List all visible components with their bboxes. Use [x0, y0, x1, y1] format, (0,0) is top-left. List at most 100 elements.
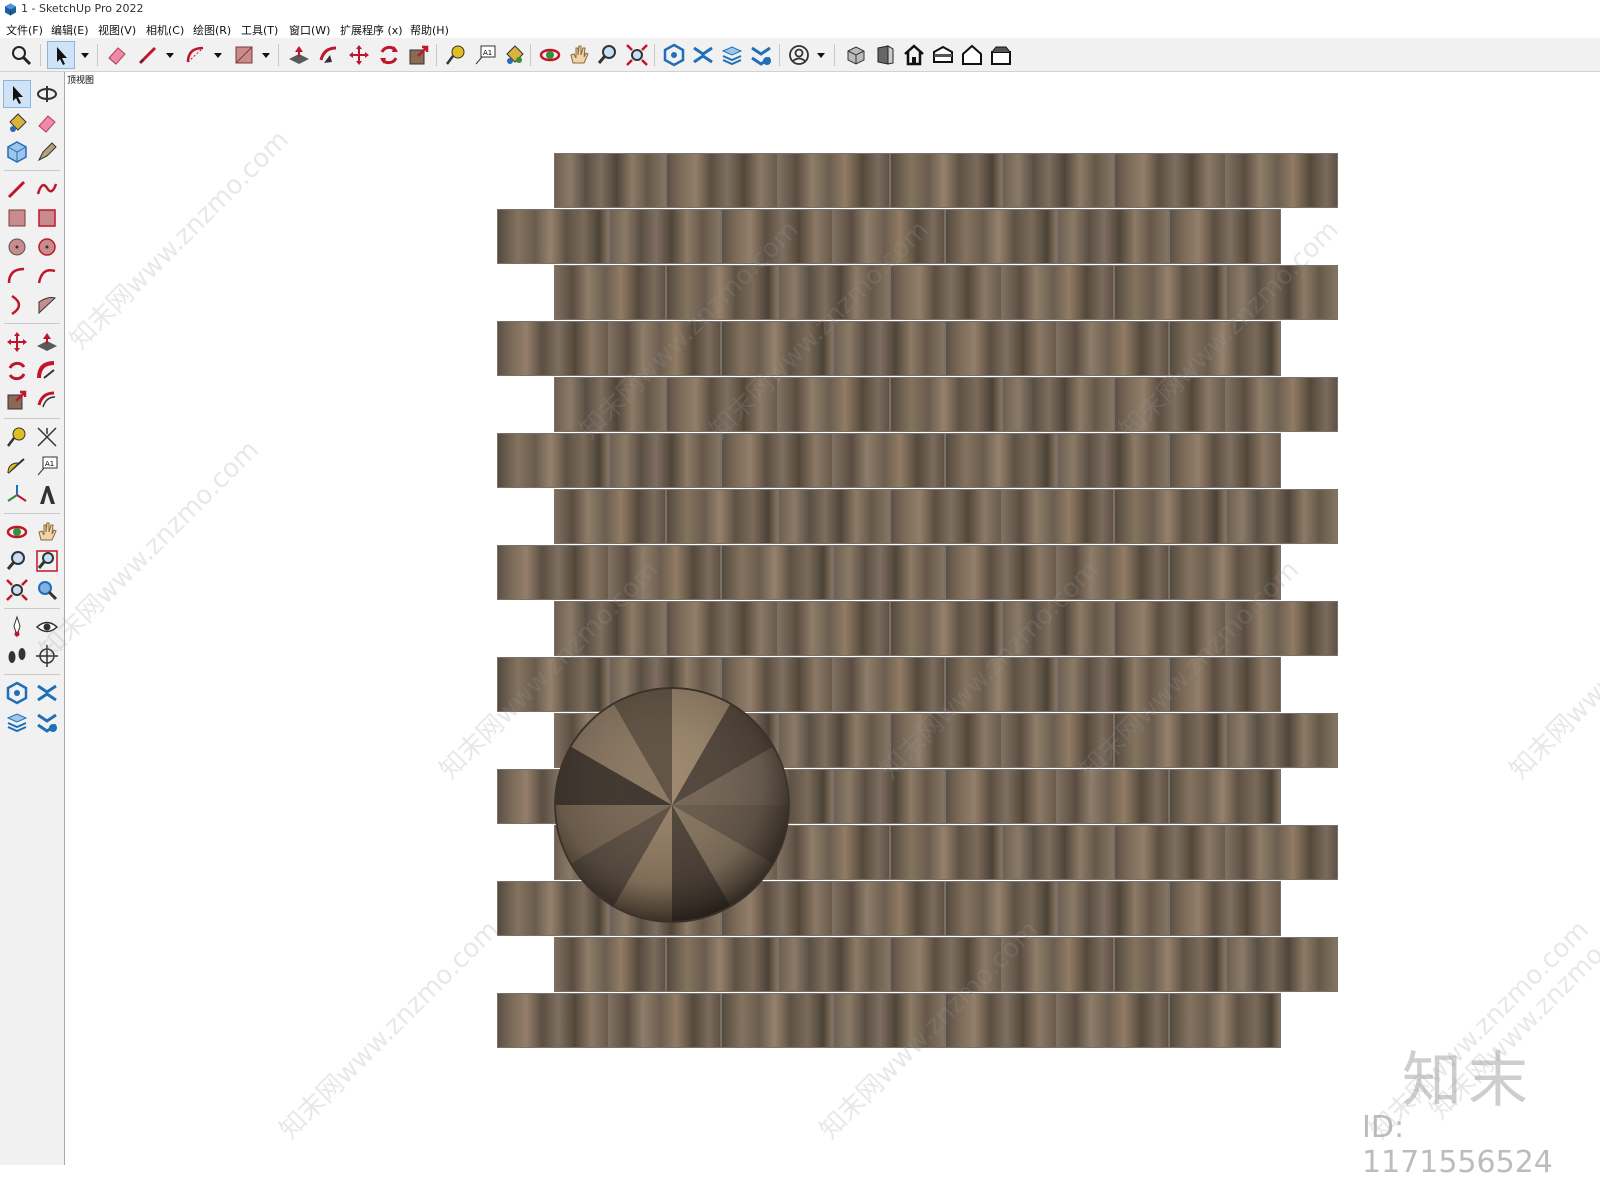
eraser-icon[interactable]	[104, 42, 130, 68]
tape-measure-icon[interactable]	[4, 424, 30, 450]
rectangle-icon[interactable]	[231, 42, 257, 68]
three-point-arc-icon[interactable]	[4, 292, 30, 318]
arc-dropdown-chevron-icon[interactable]	[212, 42, 224, 68]
floor-tile	[778, 153, 890, 208]
floor-tile	[1169, 433, 1281, 488]
zoom-window-icon[interactable]	[34, 548, 60, 574]
component-icon[interactable]	[4, 139, 30, 165]
floor-tile	[945, 769, 1057, 824]
window-title: 1 - SketchUp Pro 2022	[21, 2, 144, 15]
previous-view-icon[interactable]	[34, 577, 60, 603]
floor-tile	[609, 433, 721, 488]
warehouse-icon[interactable]	[661, 42, 687, 68]
zoom-extents-icon[interactable]	[624, 42, 650, 68]
menu-view[interactable]: 视图(V)	[98, 22, 136, 38]
orbit-icon[interactable]	[34, 81, 60, 107]
tape-measure-icon[interactable]	[443, 42, 469, 68]
pencil-tag-icon[interactable]	[34, 139, 60, 165]
right-view-icon[interactable]	[930, 42, 956, 68]
orbit-icon[interactable]	[537, 42, 563, 68]
pie-icon[interactable]	[34, 292, 60, 318]
main-toolbar: A1	[0, 38, 1600, 72]
floor-tile	[945, 321, 1057, 376]
extension-manager-icon[interactable]	[748, 42, 774, 68]
arc-icon[interactable]	[4, 263, 30, 289]
pan-icon[interactable]	[34, 519, 60, 545]
line-dropdown-chevron-icon[interactable]	[164, 42, 176, 68]
offset-icon[interactable]	[34, 387, 60, 413]
layout-icon[interactable]	[4, 709, 30, 735]
left-view-icon[interactable]	[988, 42, 1014, 68]
menu-bar: 文件(F) 编辑(E) 视图(V) 相机(C) 绘图(R) 工具(T) 窗口(W…	[0, 20, 1600, 38]
select-icon[interactable]	[47, 41, 75, 69]
front-view-icon[interactable]	[872, 42, 898, 68]
follow-me-icon[interactable]	[316, 42, 342, 68]
move-icon[interactable]	[4, 329, 30, 355]
push-pull-icon[interactable]	[34, 329, 60, 355]
extension-manager-icon[interactable]	[34, 709, 60, 735]
rectangle-icon[interactable]	[4, 205, 30, 231]
push-pull-icon[interactable]	[286, 42, 312, 68]
menu-extensions[interactable]: 扩展程序 (x)	[340, 22, 403, 38]
zoom-icon[interactable]	[8, 42, 34, 68]
zoom-extents-icon[interactable]	[4, 577, 30, 603]
back-view-icon[interactable]	[959, 42, 985, 68]
move-icon[interactable]	[346, 42, 372, 68]
select-dropdown-chevron-icon[interactable]	[79, 42, 91, 68]
account-icon[interactable]	[786, 42, 812, 68]
two-point-arc-icon[interactable]	[34, 263, 60, 289]
warehouse-icon[interactable]	[4, 680, 30, 706]
top-view-icon[interactable]	[901, 42, 927, 68]
arc-icon[interactable]	[183, 42, 209, 68]
follow-me-icon[interactable]	[34, 358, 60, 384]
menu-camera[interactable]: 相机(C)	[146, 22, 184, 38]
circle-icon[interactable]	[4, 234, 30, 260]
protractor-icon[interactable]	[4, 453, 30, 479]
floor-tile	[1226, 153, 1338, 208]
pan-icon[interactable]	[566, 42, 592, 68]
scale-icon[interactable]	[4, 387, 30, 413]
floor-tile	[1057, 993, 1169, 1048]
axes-icon[interactable]	[4, 482, 30, 508]
extension-warehouse-icon[interactable]	[34, 680, 60, 706]
paint-bucket-icon[interactable]	[4, 110, 30, 136]
rotate-icon[interactable]	[376, 42, 402, 68]
walk-icon[interactable]	[4, 643, 30, 669]
menu-help[interactable]: 帮助(H)	[410, 22, 449, 38]
floor-tile	[778, 825, 890, 880]
dimension-icon[interactable]	[34, 424, 60, 450]
model-viewport[interactable]: 顶视图	[65, 72, 1600, 1165]
zoom-icon[interactable]	[4, 548, 30, 574]
rotated-rectangle-icon[interactable]	[34, 205, 60, 231]
layout-icon[interactable]	[719, 42, 745, 68]
polygon-icon[interactable]	[34, 234, 60, 260]
menu-edit[interactable]: 编辑(E)	[51, 22, 89, 38]
line-icon[interactable]	[135, 42, 161, 68]
menu-draw[interactable]: 绘图(R)	[193, 22, 231, 38]
floor-tile	[721, 433, 833, 488]
freehand-icon[interactable]	[34, 176, 60, 202]
menu-window[interactable]: 窗口(W)	[289, 22, 330, 38]
account-dropdown-chevron-icon[interactable]	[815, 42, 827, 68]
line-icon[interactable]	[4, 176, 30, 202]
orbit-icon[interactable]	[4, 519, 30, 545]
floor-tile	[497, 993, 609, 1048]
rotate-icon[interactable]	[4, 358, 30, 384]
floor-tile	[778, 937, 890, 992]
floor-tile	[778, 489, 890, 544]
iso-view-icon[interactable]	[843, 42, 869, 68]
rectangle-dropdown-chevron-icon[interactable]	[260, 42, 272, 68]
select-icon[interactable]	[3, 80, 31, 108]
scale-icon[interactable]	[406, 42, 432, 68]
extension-warehouse-icon[interactable]	[690, 42, 716, 68]
scene-tab-top-view[interactable]: 顶视图	[67, 73, 94, 86]
text-icon[interactable]: A1	[34, 453, 60, 479]
menu-file[interactable]: 文件(F)	[6, 22, 43, 38]
position-camera-icon[interactable]	[4, 614, 30, 640]
paint-bucket-icon[interactable]	[501, 42, 527, 68]
eraser-icon[interactable]	[34, 110, 60, 136]
zoom-window-icon[interactable]	[595, 42, 621, 68]
text-icon[interactable]: A1	[472, 42, 498, 68]
menu-tools[interactable]: 工具(T)	[241, 22, 278, 38]
3d-text-icon[interactable]	[34, 482, 60, 508]
